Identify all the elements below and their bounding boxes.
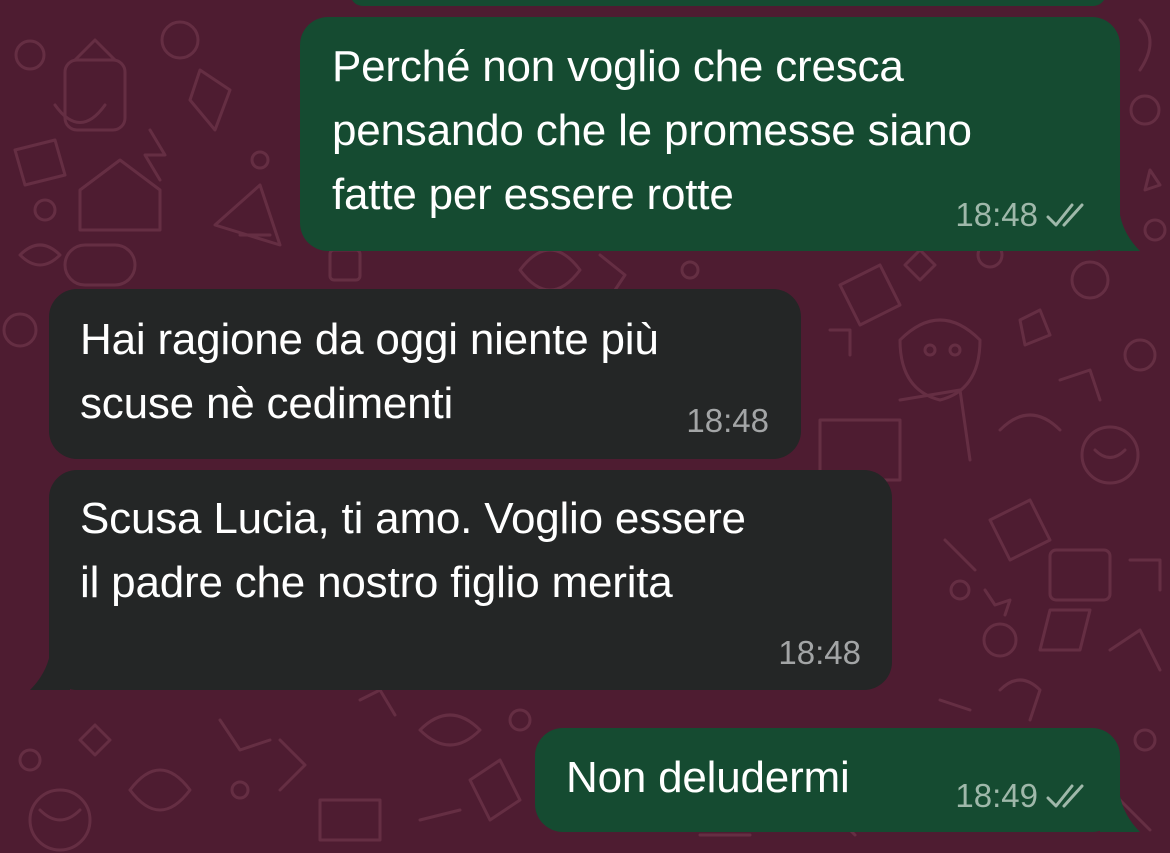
message-text-line: il padre che nostro figlio merita <box>80 558 673 607</box>
bubble-tail <box>1100 796 1140 832</box>
message-time: 18:48 <box>686 402 769 439</box>
message-text-line: Perché non voglio che cresca <box>332 42 904 91</box>
message-text-line: scuse nè cedimenti <box>80 379 454 428</box>
double-check-icon <box>1046 203 1084 227</box>
message-text-line: pensando che le promesse siano <box>332 106 972 155</box>
message-text-line: Scusa Lucia, ti amo. Voglio essere <box>80 494 746 543</box>
bubble-tail <box>1100 215 1140 251</box>
message-bubble-incoming[interactable]: Scusa Lucia, ti amo. Voglio essere il pa… <box>49 470 892 690</box>
message-bubble-outgoing[interactable]: Perché non voglio che cresca pensando ch… <box>300 17 1120 251</box>
message-bubble-incoming[interactable]: Hai ragione da oggi niente più scuse nè … <box>49 289 801 459</box>
message-text-line: fatte per essere rotte <box>332 170 734 219</box>
message-bubble-outgoing[interactable]: Non deludermi 18:49 <box>535 728 1120 832</box>
message-meta: 18:49 <box>955 776 1092 816</box>
message-text-line: Non deludermi <box>566 753 850 802</box>
previous-message-bubble[interactable] <box>350 0 1106 6</box>
message-meta: 18:48 <box>778 633 861 673</box>
bubble-tail <box>30 654 70 690</box>
message-text-line: Hai ragione da oggi niente più <box>80 315 659 364</box>
message-meta: 18:48 <box>955 195 1092 235</box>
message-time: 18:49 <box>955 777 1038 814</box>
message-time: 18:48 <box>778 634 861 671</box>
double-check-icon <box>1046 784 1084 808</box>
message-meta: 18:48 <box>686 401 769 441</box>
message-time: 18:48 <box>955 196 1038 233</box>
chat-area[interactable]: Perché non voglio che cresca pensando ch… <box>0 0 1170 853</box>
